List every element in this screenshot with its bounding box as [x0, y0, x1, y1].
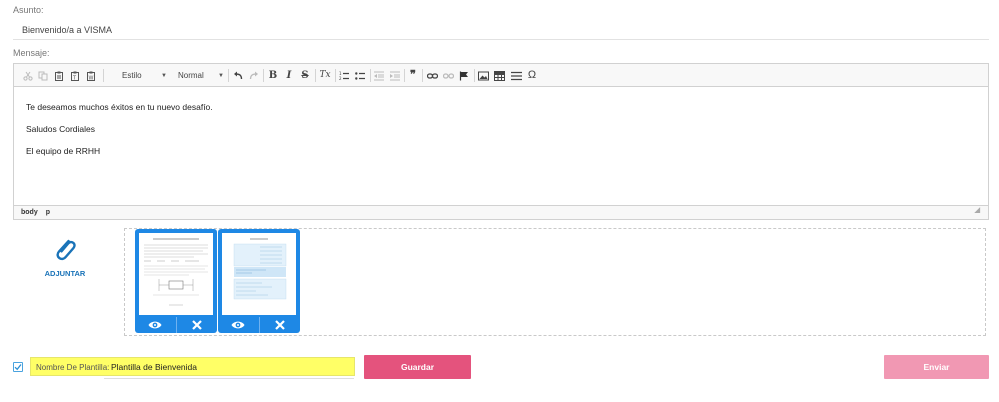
special-char-icon[interactable]: Ω	[526, 68, 538, 83]
chevron-down-icon: ▼	[161, 72, 167, 79]
toolbar-separator	[263, 69, 264, 82]
attachment-thumbnail	[135, 229, 217, 333]
document-preview	[222, 233, 296, 315]
paste-word-icon[interactable]: W	[85, 68, 97, 83]
blockquote-icon[interactable]: ❞	[407, 68, 419, 83]
toolbar-separator	[404, 69, 405, 82]
toolbar-separator	[422, 69, 423, 82]
format-dropdown[interactable]: Normal ▼	[176, 68, 227, 83]
eye-icon	[231, 321, 245, 329]
bulleted-list-icon[interactable]	[354, 68, 366, 83]
attachment-thumbnail	[218, 229, 300, 333]
bold-icon[interactable]: B	[267, 68, 279, 83]
italic-icon[interactable]: I	[283, 68, 295, 83]
unlink-icon[interactable]	[442, 68, 454, 83]
horizontal-rule-icon[interactable]	[510, 68, 522, 83]
attach-button[interactable]: ADJUNTAR	[40, 236, 90, 278]
element-path-bar: body p ◢	[14, 205, 988, 219]
indent-icon[interactable]	[389, 68, 401, 83]
paste-icon[interactable]	[53, 68, 65, 83]
thumbnail-actions	[218, 317, 300, 333]
editor-content[interactable]: Te deseamos muchos éxitos en tu nuevo de…	[26, 102, 213, 168]
cut-icon[interactable]	[22, 68, 34, 83]
table-icon[interactable]	[493, 68, 506, 83]
view-attachment-button[interactable]	[135, 317, 177, 333]
content-paragraph: Te deseamos muchos éxitos en tu nuevo de…	[26, 102, 213, 112]
style-dropdown[interactable]: Estilo ▼	[120, 68, 170, 83]
template-name-field: Nombre De Plantilla:	[30, 357, 355, 376]
remove-format-icon[interactable]: Tx	[318, 68, 332, 83]
format-dropdown-label: Normal	[178, 71, 204, 80]
resize-handle-icon[interactable]: ◢	[975, 204, 980, 217]
attach-label: ADJUNTAR	[44, 269, 86, 278]
eye-icon	[148, 321, 162, 329]
save-button[interactable]: Guardar	[364, 355, 471, 379]
anchor-icon[interactable]	[458, 68, 470, 83]
view-attachment-button[interactable]	[218, 317, 260, 333]
numbered-list-icon[interactable]: 12	[338, 68, 350, 83]
template-input-underline	[104, 378, 354, 379]
save-template-checkbox[interactable]	[13, 362, 23, 372]
path-body[interactable]: body	[21, 209, 38, 216]
subject-label: Asunto:	[13, 5, 44, 15]
image-icon[interactable]	[477, 68, 489, 83]
chevron-down-icon: ▼	[218, 72, 224, 79]
template-name-input[interactable]	[105, 359, 353, 374]
paperclip-icon	[56, 239, 76, 261]
checkmark-icon	[14, 364, 22, 371]
message-label: Mensaje:	[13, 48, 50, 58]
document-preview	[139, 233, 213, 315]
toolbar-separator	[228, 69, 229, 82]
svg-text:W: W	[89, 75, 94, 81]
template-name-label: Nombre De Plantilla:	[36, 363, 110, 372]
paste-text-icon[interactable]: T	[69, 68, 81, 83]
path-p[interactable]: p	[46, 209, 50, 216]
svg-text:2: 2	[339, 76, 342, 81]
toolbar-separator	[370, 69, 371, 82]
copy-icon[interactable]	[37, 68, 49, 83]
toolbar-separator	[103, 69, 104, 82]
redo-icon[interactable]	[248, 68, 260, 83]
subject-input[interactable]: Bienvenido/a a VISMA	[22, 25, 112, 35]
toolbar-separator	[315, 69, 316, 82]
remove-attachment-button[interactable]	[177, 317, 218, 333]
subject-underline	[13, 39, 989, 40]
content-paragraph: Saludos Cordiales	[26, 124, 95, 134]
rich-text-editor: T W Estilo ▼ Normal ▼ B I S Tx 1 2 ❞ Ω T…	[13, 63, 989, 220]
undo-icon[interactable]	[232, 68, 244, 83]
toolbar-separator	[474, 69, 475, 82]
editor-toolbar: T W Estilo ▼ Normal ▼ B I S Tx 1 2 ❞ Ω	[14, 64, 988, 87]
link-icon[interactable]	[426, 68, 438, 83]
send-button[interactable]: Enviar	[884, 355, 989, 379]
remove-attachment-button[interactable]	[260, 317, 301, 333]
content-paragraph: El equipo de RRHH	[26, 146, 101, 156]
close-icon	[191, 320, 202, 330]
thumbnail-actions	[135, 317, 217, 333]
outdent-icon[interactable]	[373, 68, 385, 83]
style-dropdown-label: Estilo	[122, 71, 142, 80]
toolbar-separator	[335, 69, 336, 82]
strikethrough-icon[interactable]: S	[299, 68, 311, 83]
close-icon	[274, 320, 285, 330]
